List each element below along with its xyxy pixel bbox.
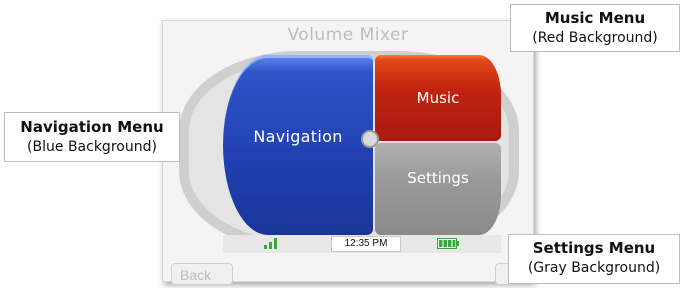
- back-button[interactable]: Back: [171, 263, 233, 285]
- signal-bars-icon: [264, 238, 277, 249]
- navigation-menu-callout: Navigation Menu (Blue Background): [4, 112, 180, 162]
- settings-callout-title: Settings Menu: [532, 239, 656, 257]
- music-callout-title: Music Menu: [544, 9, 646, 27]
- navigation-callout-subtitle: (Blue Background): [27, 139, 157, 155]
- screen-title: Volume Mixer: [287, 25, 409, 45]
- settings-menu-label: Settings: [407, 169, 469, 187]
- music-menu-label: Music: [416, 89, 460, 107]
- device-screen: Volume Mixer Navigation Music Settings 1…: [162, 20, 534, 285]
- center-knob: [361, 130, 379, 148]
- music-callout-subtitle: (Red Background): [532, 30, 658, 46]
- status-bar: 12:35 PM: [223, 235, 501, 253]
- settings-menu-button[interactable]: [375, 143, 501, 235]
- navigation-callout-title: Navigation Menu: [20, 118, 164, 136]
- settings-menu-callout: Settings Menu (Gray Background): [508, 234, 680, 284]
- battery-icon: [437, 238, 459, 249]
- navigation-menu-label: Navigation: [253, 127, 343, 146]
- music-menu-callout: Music Menu (Red Background): [510, 4, 680, 52]
- clock-display: 12:35 PM: [331, 236, 401, 252]
- settings-callout-subtitle: (Gray Background): [527, 260, 661, 276]
